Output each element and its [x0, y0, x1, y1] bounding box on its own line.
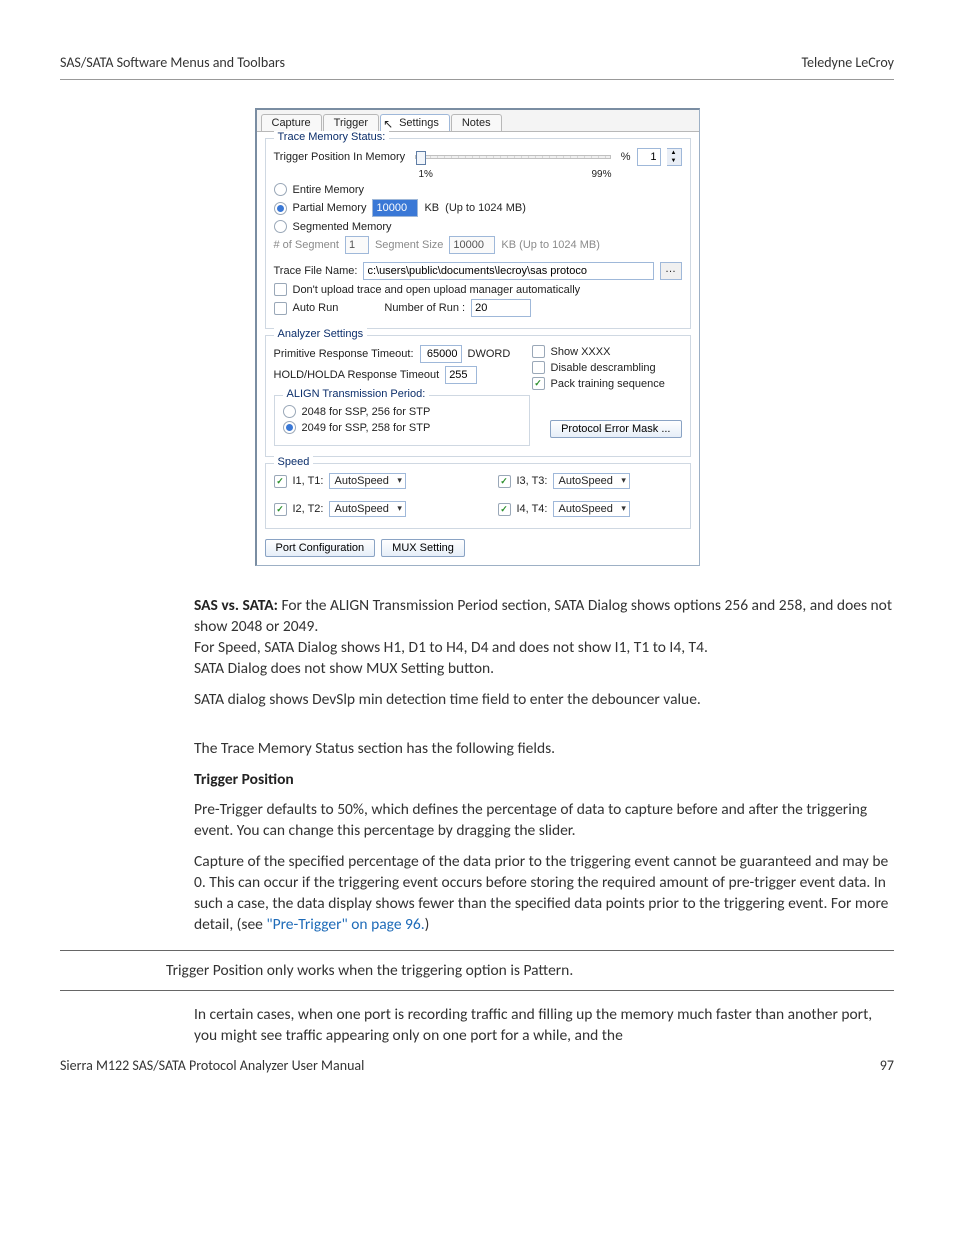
entire-memory-label: Entire Memory [293, 184, 365, 196]
tab-notes[interactable]: Notes [451, 114, 502, 131]
trace-memory-legend: Trace Memory Status: [274, 131, 390, 143]
speed-legend: Speed [274, 456, 314, 468]
slider-thumb-icon[interactable] [416, 151, 426, 165]
body-text: SAS vs. SATA: For the ALIGN Transmission… [194, 596, 894, 936]
speed-group: Speed I1, T1: AutoSpeed I3, T3: AutoSpee… [265, 463, 691, 529]
tab-settings-label: Settings [399, 117, 439, 129]
p4: Pre-Trigger defaults to 50%, which defin… [194, 800, 894, 842]
auto-run-checkbox[interactable] [274, 302, 287, 315]
tab-trigger[interactable]: Trigger [323, 114, 379, 131]
seg-size-label: Segment Size [375, 239, 443, 251]
align-2049-label: 2049 for SSP, 258 for STP [302, 422, 431, 434]
analyzer-group: Analyzer Settings Primitive Response Tim… [265, 335, 691, 457]
proto-error-mask-button[interactable]: Protocol Error Mask ... [550, 420, 681, 438]
disable-descr-label: Disable descrambling [551, 362, 656, 374]
dword-label: DWORD [468, 348, 511, 360]
footer-left: Sierra M122 SAS/SATA Protocol Analyzer U… [60, 1057, 364, 1074]
partial-memory-radio[interactable] [274, 202, 287, 215]
footer-page-number: 97 [880, 1057, 894, 1074]
trace-file-label: Trace File Name: [274, 265, 358, 277]
i3-speed-select[interactable]: AutoSpeed [553, 473, 629, 489]
slider-high-label: 99% [591, 169, 611, 180]
trace-memory-group: Trace Memory Status: Trigger Position In… [265, 138, 691, 329]
i4-speed-select[interactable]: AutoSpeed [553, 501, 629, 517]
kb-label: KB [424, 202, 439, 214]
align-2048-label: 2048 for SSP, 256 for STP [302, 406, 431, 418]
p2: SATA dialog shows DevSlp min detection t… [194, 690, 894, 711]
seg-size-input [449, 236, 495, 254]
body-text-2: In certain cases, when one port is recor… [194, 1005, 894, 1047]
segmented-memory-label: Segmented Memory [293, 221, 392, 233]
pretrigger-link[interactable]: "Pre-Trigger" on page 96. [266, 915, 424, 934]
p1a: For the ALIGN Transmission Period sectio… [194, 596, 892, 636]
mux-setting-button[interactable]: MUX Setting [381, 539, 465, 557]
i4-label: I4, T4: [517, 503, 548, 515]
pct-symbol: % [621, 151, 631, 163]
holda-input[interactable] [445, 366, 477, 384]
tab-capture[interactable]: Capture [261, 114, 322, 131]
disable-descr-checkbox[interactable] [532, 361, 545, 374]
seg-count-input [345, 236, 369, 254]
running-head-left: SAS/SATA Software Menus and Toolbars [60, 54, 285, 71]
show-xxxx-checkbox[interactable] [532, 345, 545, 358]
pct-spinner[interactable]: ▲ ▼ [667, 148, 682, 166]
show-xxxx-label: Show XXXX [551, 346, 611, 358]
i2-label: I2, T2: [293, 503, 324, 515]
port-config-button[interactable]: Port Configuration [265, 539, 376, 557]
i1-label: I1, T1: [293, 475, 324, 487]
segmented-memory-radio[interactable] [274, 220, 287, 233]
p1c: SATA Dialog does not show MUX Setting bu… [194, 659, 494, 678]
i4-checkbox[interactable] [498, 503, 511, 516]
prim-timeout-label: Primitive Response Timeout: [274, 348, 414, 360]
para-sas-vs-sata: SAS vs. SATA: For the ALIGN Transmission… [194, 596, 894, 680]
spin-up-icon[interactable]: ▲ [667, 149, 681, 157]
p5: Capture of the specified percentage of t… [194, 852, 894, 936]
no-upload-label: Don't upload trace and open upload manag… [293, 284, 581, 296]
p3: The Trace Memory Status section has the … [194, 739, 894, 760]
seg-count-label: # of Segment [274, 239, 339, 251]
p5b: ) [425, 915, 430, 934]
prim-timeout-input[interactable] [420, 345, 462, 363]
sas-vs-sata-lead: SAS vs. SATA: [194, 596, 281, 615]
align-2049-radio[interactable] [283, 421, 296, 434]
i3-checkbox[interactable] [498, 475, 511, 488]
align-2048-radio[interactable] [283, 405, 296, 418]
tab-settings[interactable]: ↖ Settings [380, 114, 450, 131]
i2-speed-select[interactable]: AutoSpeed [329, 501, 405, 517]
analyzer-legend: Analyzer Settings [274, 328, 368, 340]
entire-memory-radio[interactable] [274, 183, 287, 196]
partial-memory-label: Partial Memory [293, 202, 367, 214]
settings-dialog: Capture Trigger ↖ Settings Notes Trace M… [255, 108, 700, 566]
pack-train-label: Pack training sequence [551, 378, 665, 390]
num-run-label: Number of Run : [384, 302, 465, 314]
note-band: Trigger Position only works when the tri… [60, 950, 894, 991]
partial-memory-input[interactable] [372, 199, 418, 217]
i1-speed-select[interactable]: AutoSpeed [329, 473, 405, 489]
pack-train-checkbox[interactable] [532, 377, 545, 390]
i3-label: I3, T3: [517, 475, 548, 487]
note-text: Trigger Position only works when the tri… [166, 961, 573, 980]
no-upload-checkbox[interactable] [274, 283, 287, 296]
auto-run-label: Auto Run [293, 302, 339, 314]
i1-checkbox[interactable] [274, 475, 287, 488]
cursor-icon: ↖ [383, 117, 393, 131]
trace-file-input[interactable] [363, 262, 653, 280]
pct-value-input[interactable] [637, 148, 661, 166]
spin-down-icon[interactable]: ▼ [667, 157, 681, 165]
running-head-right: Teledyne LeCroy [801, 54, 894, 71]
p1b: For Speed, SATA Dialog shows H1, D1 to H… [194, 638, 708, 657]
slider-low-label: 1% [419, 169, 433, 180]
num-run-input[interactable] [471, 299, 531, 317]
tab-row: Capture Trigger ↖ Settings Notes [257, 110, 699, 132]
trigger-pos-slider[interactable] [415, 155, 611, 159]
align-legend: ALIGN Transmission Period: [283, 388, 430, 400]
kb-hint: (Up to 1024 MB) [445, 202, 526, 214]
browse-button[interactable]: … [660, 262, 682, 280]
p6: In certain cases, when one port is recor… [194, 1005, 894, 1047]
i2-checkbox[interactable] [274, 503, 287, 516]
trigger-pos-label: Trigger Position In Memory [274, 151, 406, 163]
holda-label: HOLD/HOLDA Response Timeout [274, 369, 440, 381]
heading-trigger-position: Trigger Position [194, 770, 294, 789]
seg-hint: KB (Up to 1024 MB) [501, 239, 599, 251]
